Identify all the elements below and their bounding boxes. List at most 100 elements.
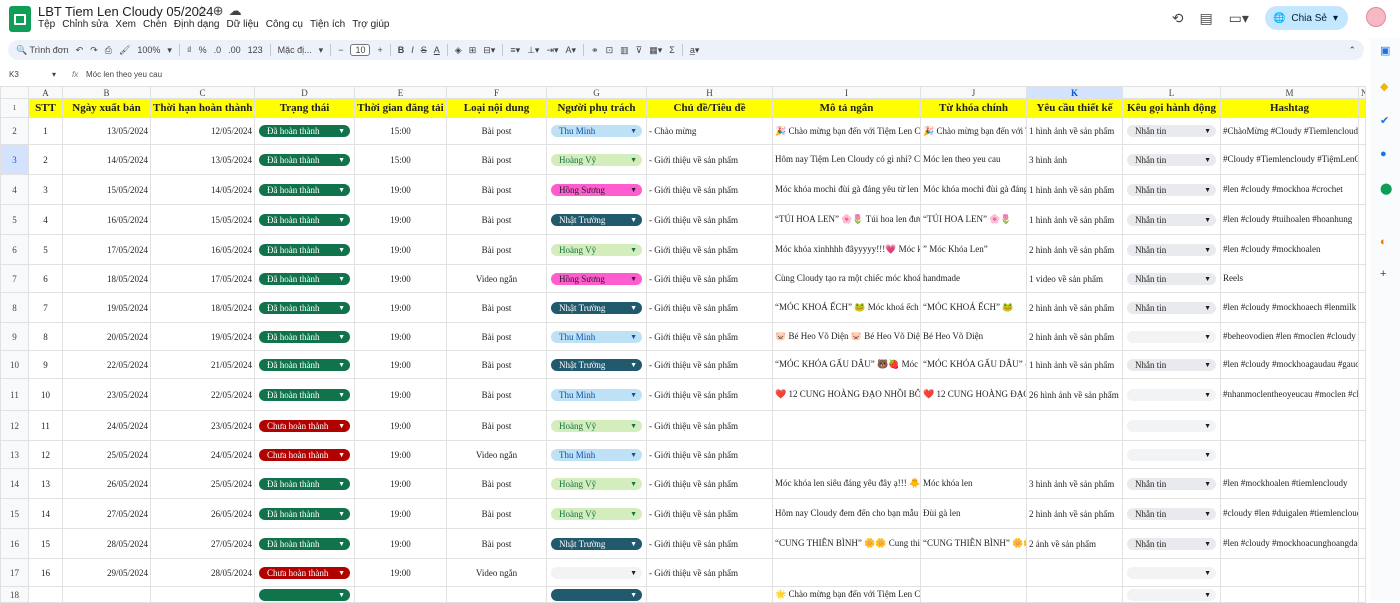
cta-dropdown[interactable]: ▼: [1127, 388, 1216, 401]
cta-dropdown[interactable]: ▼: [1127, 419, 1216, 432]
cell-nguoi[interactable]: Thu Minh ▼: [546, 117, 647, 145]
cell-ngay[interactable]: 20/05/2024: [62, 322, 151, 351]
status-dropdown[interactable]: Đã hoàn thành ▼: [259, 125, 350, 137]
font-size-increase-icon[interactable]: +: [377, 45, 382, 55]
status-dropdown[interactable]: Đã hoàn thành ▼: [259, 243, 350, 256]
cell-keugoi[interactable]: ▼: [1122, 322, 1221, 351]
cell-nguoi[interactable]: Hoàng Vỹ ▼: [546, 410, 647, 441]
cell-ngay[interactable]: 22/05/2024: [62, 350, 151, 379]
cell-overflow[interactable]: [1358, 204, 1366, 235]
person-dropdown[interactable]: Thu Minh ▼: [551, 448, 642, 461]
name-box[interactable]: K3: [9, 70, 19, 79]
dropdown-arrow-icon[interactable]: ▼: [630, 480, 637, 488]
share-button[interactable]: 🌐 Chia Sẻ ▾: [1264, 6, 1348, 30]
cell-tukhoa[interactable]: 🎉 Chào mừng bạn đến với Tiệm Len Cloudy …: [920, 117, 1027, 145]
cell-overflow[interactable]: [1358, 322, 1366, 351]
cell-overflow[interactable]: [1358, 558, 1366, 587]
cell-nguoi[interactable]: ▼: [546, 558, 647, 587]
row-number[interactable]: 13: [0, 440, 29, 469]
dropdown-arrow-icon[interactable]: ▼: [630, 391, 637, 399]
percent-button[interactable]: %: [199, 45, 207, 55]
cell-yeucau[interactable]: 2 hình ảnh về sản phẩm: [1026, 234, 1123, 265]
row-number[interactable]: 16: [0, 528, 29, 559]
cell-mota[interactable]: [772, 410, 921, 441]
cell-keugoi[interactable]: Nhắn tin ▼: [1122, 528, 1221, 559]
functions-icon[interactable]: Σ: [669, 45, 675, 55]
dropdown-arrow-icon[interactable]: ▼: [338, 569, 345, 577]
menu-item[interactable]: Trợ giúp: [352, 19, 389, 30]
cell-chude[interactable]: - Giới thiệu về sản phẩm: [646, 350, 773, 379]
cell-mota[interactable]: “MÓC KHOÁ ẾCH” 🐸 Móc khoá ếch mini đáng …: [772, 292, 921, 323]
cell-mota[interactable]: 🐷 Bé Heo Võ Diện 🐷 Bé Heo Võ Diện vừa vô…: [772, 322, 921, 351]
cell-thoigian[interactable]: 19:00: [354, 174, 447, 205]
dropdown-arrow-icon[interactable]: ▼: [1204, 540, 1211, 548]
dropdown-arrow-icon[interactable]: ▼: [338, 361, 345, 369]
cell-loai[interactable]: Bài post: [446, 174, 547, 205]
dropdown-arrow-icon[interactable]: ▼: [630, 186, 637, 194]
cell-mota[interactable]: ❤️ 12 CUNG HOÀNG ĐẠO NHỒI BÔNG CỰC ĐÁNG …: [772, 378, 921, 411]
dropdown-arrow-icon[interactable]: ▼: [630, 216, 637, 224]
cell-ngay[interactable]: 15/05/2024: [62, 174, 151, 205]
person-dropdown[interactable]: Hoàng Vỹ ▼: [551, 419, 642, 432]
status-dropdown[interactable]: Đã hoàn thành ▼: [259, 537, 350, 550]
row-number[interactable]: 8: [0, 292, 29, 323]
cell-loai[interactable]: Bài post: [446, 350, 547, 379]
cell-yeucau[interactable]: [1026, 410, 1123, 441]
cell-tukhoa[interactable]: “CUNG THIÊN BÌNH” 🌼🌼: [920, 528, 1027, 559]
menu-item[interactable]: Chỉnh sửa: [62, 19, 108, 30]
dropdown-arrow-icon[interactable]: ▼: [1204, 361, 1211, 369]
cell-chude[interactable]: - Giới thiệu về sản phẩm: [646, 144, 773, 175]
cell-nguoi[interactable]: Nhật Trường ▼: [546, 204, 647, 235]
more-formats-button[interactable]: 123: [248, 45, 263, 55]
cell-hashtag[interactable]: #cloudy #len #duigalen #tiemlencloudy: [1220, 498, 1359, 529]
cell-yeucau[interactable]: 2 hình ảnh về sản phẩm: [1026, 322, 1123, 351]
column-header[interactable]: J: [920, 86, 1027, 99]
tasks-icon[interactable]: ✔: [1380, 114, 1389, 127]
cell-nguoi[interactable]: Hoàng Vỹ ▼: [546, 234, 647, 265]
cell-ngay[interactable]: 23/05/2024: [62, 378, 151, 411]
cell-trangthai[interactable]: Chưa hoàn thành ▼: [254, 558, 355, 587]
cell-overflow[interactable]: [1358, 264, 1366, 293]
person-dropdown[interactable]: Hồng Sương ▼: [551, 183, 642, 196]
column-header[interactable]: C: [150, 86, 255, 99]
cell-chude[interactable]: - Giới thiệu về sản phẩm: [646, 264, 773, 293]
cta-dropdown[interactable]: ▼: [1127, 588, 1216, 601]
cell-nguoi[interactable]: Thu Minh ▼: [546, 440, 647, 469]
cell-tukhoa[interactable]: “MÓC KHOÁ ẾCH” 🐸: [920, 292, 1027, 323]
cell-tukhoa[interactable]: [920, 410, 1027, 441]
header-ngay[interactable]: Ngày xuất bản: [62, 98, 151, 118]
status-dropdown[interactable]: Chưa hoàn thành ▼: [259, 419, 350, 432]
cell-stt[interactable]: 2: [28, 144, 63, 175]
cell-loai[interactable]: Bài post: [446, 144, 547, 175]
dropdown-arrow-icon[interactable]: ▼: [338, 304, 345, 312]
cta-dropdown[interactable]: Nhắn tin ▼: [1127, 272, 1216, 285]
cta-dropdown[interactable]: Nhắn tin ▼: [1127, 358, 1216, 371]
cell-keugoi[interactable]: Nhắn tin ▼: [1122, 117, 1221, 145]
menu-item[interactable]: Định dạng: [174, 19, 220, 30]
cell-stt[interactable]: 14: [28, 498, 63, 529]
maps-icon[interactable]: ⬤: [1380, 182, 1392, 195]
cell-hashtag[interactable]: Reels: [1220, 264, 1359, 293]
cell-chude[interactable]: - Giới thiệu về sản phẩm: [646, 498, 773, 529]
person-dropdown[interactable]: Hoàng Vỹ ▼: [551, 507, 642, 520]
status-dropdown[interactable]: Chưa hoàn thành ▼: [259, 566, 350, 579]
cell-han[interactable]: 12/05/2024: [150, 117, 255, 145]
increase-decimal-button[interactable]: .00: [228, 45, 241, 55]
status-dropdown[interactable]: Đã hoàn thành ▼: [259, 301, 350, 314]
dropdown-arrow-icon[interactable]: ▼: [1204, 333, 1211, 341]
cell-stt[interactable]: 6: [28, 264, 63, 293]
cell-trangthai[interactable]: Đã hoàn thành ▼: [254, 292, 355, 323]
cell-hashtag[interactable]: #len #cloudy #mockhoaech #lenmilk: [1220, 292, 1359, 323]
cta-dropdown[interactable]: Nhắn tin ▼: [1127, 507, 1216, 520]
cell-tukhoa[interactable]: “TÚI HOA LEN” 🌸🌷: [920, 204, 1027, 235]
insert-comment-icon[interactable]: ⊡: [606, 45, 614, 56]
font-size-input[interactable]: 10: [350, 44, 371, 56]
cell-tukhoa[interactable]: [920, 440, 1027, 469]
cell-overflow[interactable]: [1358, 350, 1366, 379]
cell-hashtag[interactable]: #ChàoMừng #Cloudy #Tiemlencloudy #TiệmLe…: [1220, 117, 1359, 145]
paint-format-icon[interactable]: 🖌: [119, 45, 130, 56]
cell-overflow[interactable]: [1358, 468, 1366, 499]
cell-ngay[interactable]: 24/05/2024: [62, 410, 151, 441]
cell-loai[interactable]: Bài post: [446, 292, 547, 323]
cell-hashtag[interactable]: #len #cloudy #mockhoagaudau #gaudau: [1220, 350, 1359, 379]
